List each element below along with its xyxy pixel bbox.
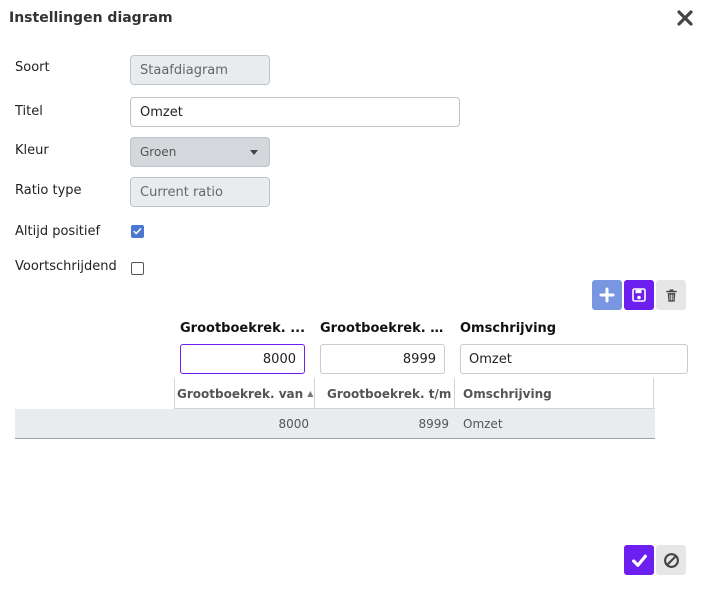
checkmark-icon bbox=[631, 554, 647, 567]
sort-ascending-icon: ▲ bbox=[307, 389, 314, 398]
checkmark-icon bbox=[133, 228, 142, 235]
kleur-select[interactable]: Groen bbox=[130, 137, 270, 167]
titel-value: Omzet bbox=[140, 104, 183, 120]
cancel-button[interactable] bbox=[656, 545, 686, 575]
grootboek-tm-input[interactable]: 8999 bbox=[320, 344, 445, 374]
chevron-down-icon bbox=[250, 149, 258, 155]
ratio-value: Current ratio bbox=[140, 184, 223, 200]
soort-value: Staafdiagram bbox=[140, 62, 228, 78]
grid-header-tm[interactable]: Grootboekrek. t/m bbox=[314, 378, 454, 409]
floppy-disk-icon bbox=[632, 288, 646, 302]
grid-header-omschrijving[interactable]: Omschrijving bbox=[454, 378, 654, 409]
save-row-button[interactable] bbox=[624, 280, 654, 310]
positief-label: Altijd positief bbox=[15, 224, 101, 239]
table-cell-omschrijving: Omzet bbox=[463, 417, 503, 431]
close-icon[interactable] bbox=[676, 9, 694, 27]
titel-input[interactable]: Omzet bbox=[130, 97, 460, 127]
grid-header: Grootboekrek. van ▲ Grootboekrek. t/m Om… bbox=[174, 378, 655, 409]
positief-checkbox[interactable] bbox=[131, 225, 144, 238]
grootboek-van-input[interactable]: 8000 bbox=[180, 344, 305, 374]
plus-icon bbox=[599, 287, 615, 303]
editor-col-tm-header: Grootboekrek. t... bbox=[320, 321, 448, 336]
grid-header-van-label: Grootboekrek. van bbox=[177, 386, 304, 401]
omschrijving-input[interactable]: Omzet bbox=[460, 344, 688, 374]
confirm-button[interactable] bbox=[624, 545, 654, 575]
editor-col-van-header: Grootboekrek. ... bbox=[180, 321, 306, 336]
table-cell-van: 8000 bbox=[278, 417, 309, 431]
ratio-label: Ratio type bbox=[15, 183, 82, 198]
add-row-button[interactable] bbox=[592, 280, 622, 310]
table-row[interactable]: 8000 8999 Omzet bbox=[15, 409, 655, 439]
grid-header-tm-label: Grootboekrek. t/m bbox=[327, 386, 452, 401]
grootboek-van-value: 8000 bbox=[262, 351, 296, 367]
voortschrijdend-label: Voortschrijdend bbox=[15, 259, 117, 274]
soort-field: Staafdiagram bbox=[130, 55, 270, 85]
kleur-label: Kleur bbox=[15, 143, 49, 158]
trash-icon bbox=[665, 288, 677, 302]
soort-label: Soort bbox=[15, 60, 50, 75]
ratio-field: Current ratio bbox=[130, 177, 270, 207]
dialog-title: Instellingen diagram bbox=[9, 10, 173, 26]
omschrijving-value: Omzet bbox=[469, 351, 512, 367]
editor-col-omschrijving-header: Omschrijving bbox=[460, 321, 557, 336]
kleur-value: Groen bbox=[140, 145, 177, 159]
delete-row-button[interactable] bbox=[656, 280, 686, 310]
grid-header-omschrijving-label: Omschrijving bbox=[463, 386, 552, 401]
grid-header-van[interactable]: Grootboekrek. van ▲ bbox=[174, 378, 314, 409]
table-cell-tm: 8999 bbox=[418, 417, 449, 431]
voortschrijdend-checkbox[interactable] bbox=[131, 262, 144, 275]
grootboek-tm-value: 8999 bbox=[402, 351, 436, 367]
ban-icon bbox=[663, 552, 679, 568]
titel-label: Titel bbox=[15, 104, 43, 119]
